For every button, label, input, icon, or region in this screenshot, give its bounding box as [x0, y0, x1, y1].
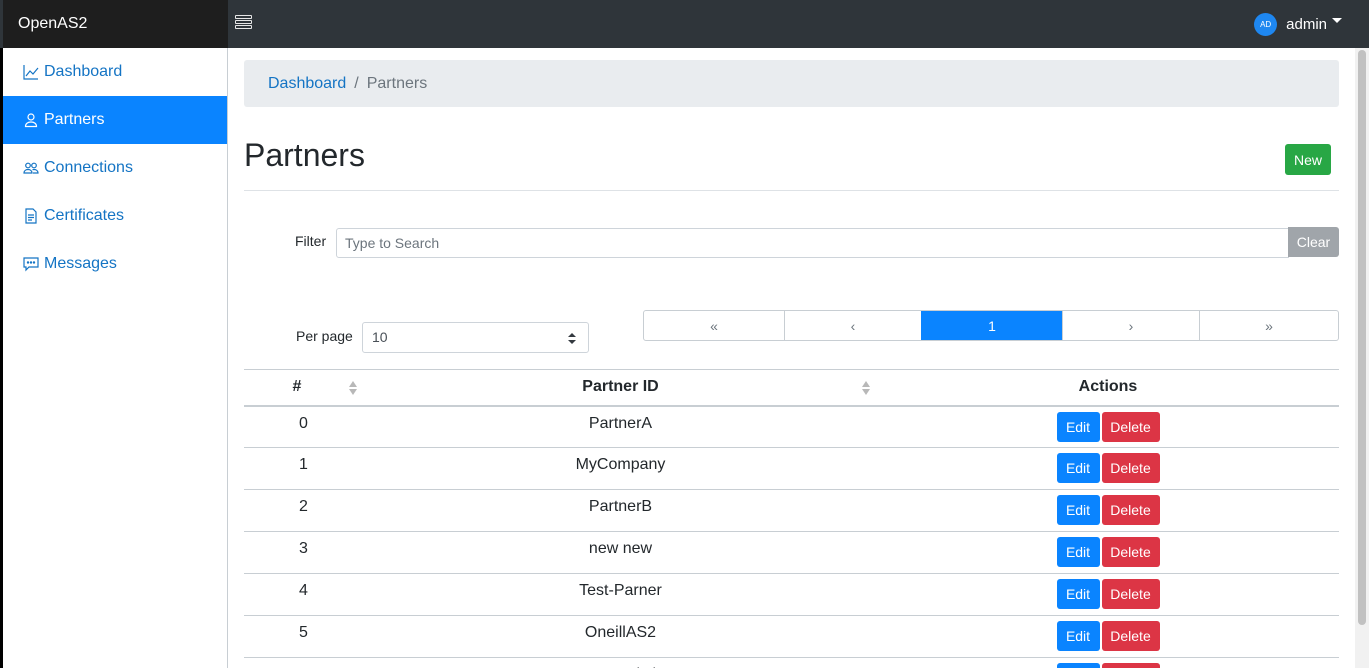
- chart-line-icon: [23, 64, 39, 80]
- people-icon: [23, 160, 39, 176]
- delete-button[interactable]: Delete: [1101, 663, 1160, 668]
- sidebar-item-messages[interactable]: Messages: [3, 240, 227, 288]
- table-row: 3 new new Edit Delete: [244, 531, 1339, 574]
- divider: [244, 190, 1339, 191]
- page-scrollbar[interactable]: [1355, 48, 1369, 668]
- table-row: 2 PartnerB Edit Delete: [244, 489, 1339, 532]
- cell-actions: EditDelete: [877, 573, 1339, 616]
- sort-icon: [862, 381, 870, 395]
- cell-partner-id: PartnerA: [364, 405, 877, 448]
- breadcrumb-current: Partners: [366, 74, 428, 92]
- select-arrows-icon: [568, 333, 576, 344]
- brand-logo[interactable]: OpenAS2: [3, 0, 228, 48]
- cell-partner-id: OneillAS2: [364, 615, 877, 658]
- cell-index: 4: [244, 573, 364, 616]
- scrollbar-thumb[interactable]: [1358, 50, 1366, 625]
- breadcrumb: Dashboard / Partners: [244, 60, 1339, 107]
- page-last-button[interactable]: »: [1199, 311, 1338, 340]
- edit-button[interactable]: Edit: [1056, 621, 1100, 651]
- edit-button[interactable]: Edit: [1056, 411, 1100, 442]
- column-header-partner-id[interactable]: Partner ID: [364, 369, 877, 407]
- delete-button[interactable]: Delete: [1101, 621, 1160, 651]
- page-prev-button[interactable]: ‹: [784, 311, 921, 340]
- page-1-button[interactable]: 1: [921, 311, 1062, 340]
- cell-actions: EditDelete: [877, 447, 1339, 490]
- delete-button[interactable]: Delete: [1101, 453, 1160, 483]
- filter-label: Filter: [295, 233, 327, 249]
- sidebar-item-dashboard[interactable]: Dashboard: [3, 48, 227, 96]
- clear-filter-button[interactable]: Clear: [1288, 227, 1339, 257]
- cell-partner-id: Test-Parner: [364, 573, 877, 616]
- cell-index: 3: [244, 531, 364, 574]
- column-header-actions: Actions: [877, 369, 1339, 407]
- cell-partner-id: PartnerB: [364, 489, 877, 532]
- breadcrumb-dashboard-link[interactable]: Dashboard: [268, 75, 346, 93]
- delete-button[interactable]: Delete: [1101, 537, 1160, 567]
- cell-index: 5: [244, 615, 364, 658]
- page-first-button[interactable]: «: [644, 311, 784, 340]
- page-next-button[interactable]: ›: [1062, 311, 1199, 340]
- document-icon: [23, 208, 39, 224]
- partners-table: # Partner ID Actions 0 PartnerA Edit Dele…: [244, 369, 1339, 668]
- delete-button[interactable]: Delete: [1101, 495, 1160, 525]
- pagination: « ‹ 1 › »: [643, 310, 1339, 341]
- user-name: admin: [1286, 15, 1327, 33]
- delete-button[interactable]: Delete: [1101, 579, 1160, 609]
- cell-index: 2: [244, 489, 364, 532]
- filter-input[interactable]: [336, 228, 1289, 258]
- per-page-label: Per page: [296, 328, 353, 344]
- sidebar-item-label: Dashboard: [44, 63, 123, 80]
- cell-index: 0: [244, 405, 364, 448]
- cell-partner-id: MyCompany: [364, 447, 877, 490]
- sidebar: Dashboard Partners Connections Certifica…: [3, 48, 228, 668]
- caret-down-icon: [1332, 17, 1342, 23]
- edit-button[interactable]: Edit: [1056, 663, 1100, 668]
- cell-actions: EditDelete: [877, 405, 1339, 448]
- table-row: 6 PartnerCristian EditDelete: [244, 657, 1339, 668]
- page-title: Partners: [244, 137, 365, 173]
- table-row: 1 MyCompany Edit Delete: [244, 447, 1339, 490]
- cell-actions: EditDelete: [877, 489, 1339, 532]
- cell-index: 1: [244, 447, 364, 490]
- sidebar-item-partners[interactable]: Partners: [3, 96, 227, 144]
- column-header-label: Actions: [1078, 378, 1138, 396]
- speech-bubble-icon: [23, 256, 39, 272]
- breadcrumb-separator: /: [354, 74, 359, 92]
- delete-button[interactable]: Delete: [1101, 411, 1160, 442]
- cell-partner-id: new new: [364, 531, 877, 574]
- column-header-label: Partner ID: [582, 378, 659, 396]
- per-page-value: 10: [372, 329, 388, 345]
- cell-actions: EditDelete: [877, 615, 1339, 658]
- sidebar-item-label: Messages: [44, 255, 117, 272]
- sidebar-item-label: Connections: [44, 159, 133, 176]
- column-header-label: #: [292, 378, 302, 396]
- table-row: 5 OneillAS2 Edit Delete: [244, 615, 1339, 658]
- per-page-select[interactable]: 10: [362, 322, 589, 353]
- top-navbar: OpenAS2 AD admin: [0, 0, 1369, 48]
- column-header-index[interactable]: #: [244, 369, 364, 407]
- edit-button[interactable]: Edit: [1056, 495, 1100, 525]
- table-row: 0 PartnerA Edit Delete: [244, 405, 1339, 448]
- sidebar-item-label: Certificates: [44, 207, 125, 224]
- table-row: 4 Test-Parner Edit Delete: [244, 573, 1339, 616]
- edit-button[interactable]: Edit: [1056, 453, 1100, 483]
- edit-button[interactable]: Edit: [1056, 579, 1100, 609]
- user-menu[interactable]: AD admin: [1254, 12, 1342, 36]
- cell-actions: EditDelete: [877, 531, 1339, 574]
- sidebar-item-connections[interactable]: Connections: [3, 144, 227, 192]
- edit-button[interactable]: Edit: [1056, 537, 1100, 567]
- cell-index: 6: [244, 657, 364, 668]
- sidebar-toggle-icon[interactable]: [235, 15, 252, 31]
- user-icon: [23, 112, 39, 128]
- sidebar-item-certificates[interactable]: Certificates: [3, 192, 227, 240]
- sort-icon: [349, 381, 357, 395]
- sidebar-item-label: Partners: [44, 111, 105, 128]
- cell-actions: EditDelete: [877, 657, 1339, 668]
- avatar: AD: [1254, 12, 1278, 36]
- cell-partner-id: PartnerCristian: [364, 657, 877, 668]
- new-partner-button[interactable]: New: [1285, 144, 1331, 175]
